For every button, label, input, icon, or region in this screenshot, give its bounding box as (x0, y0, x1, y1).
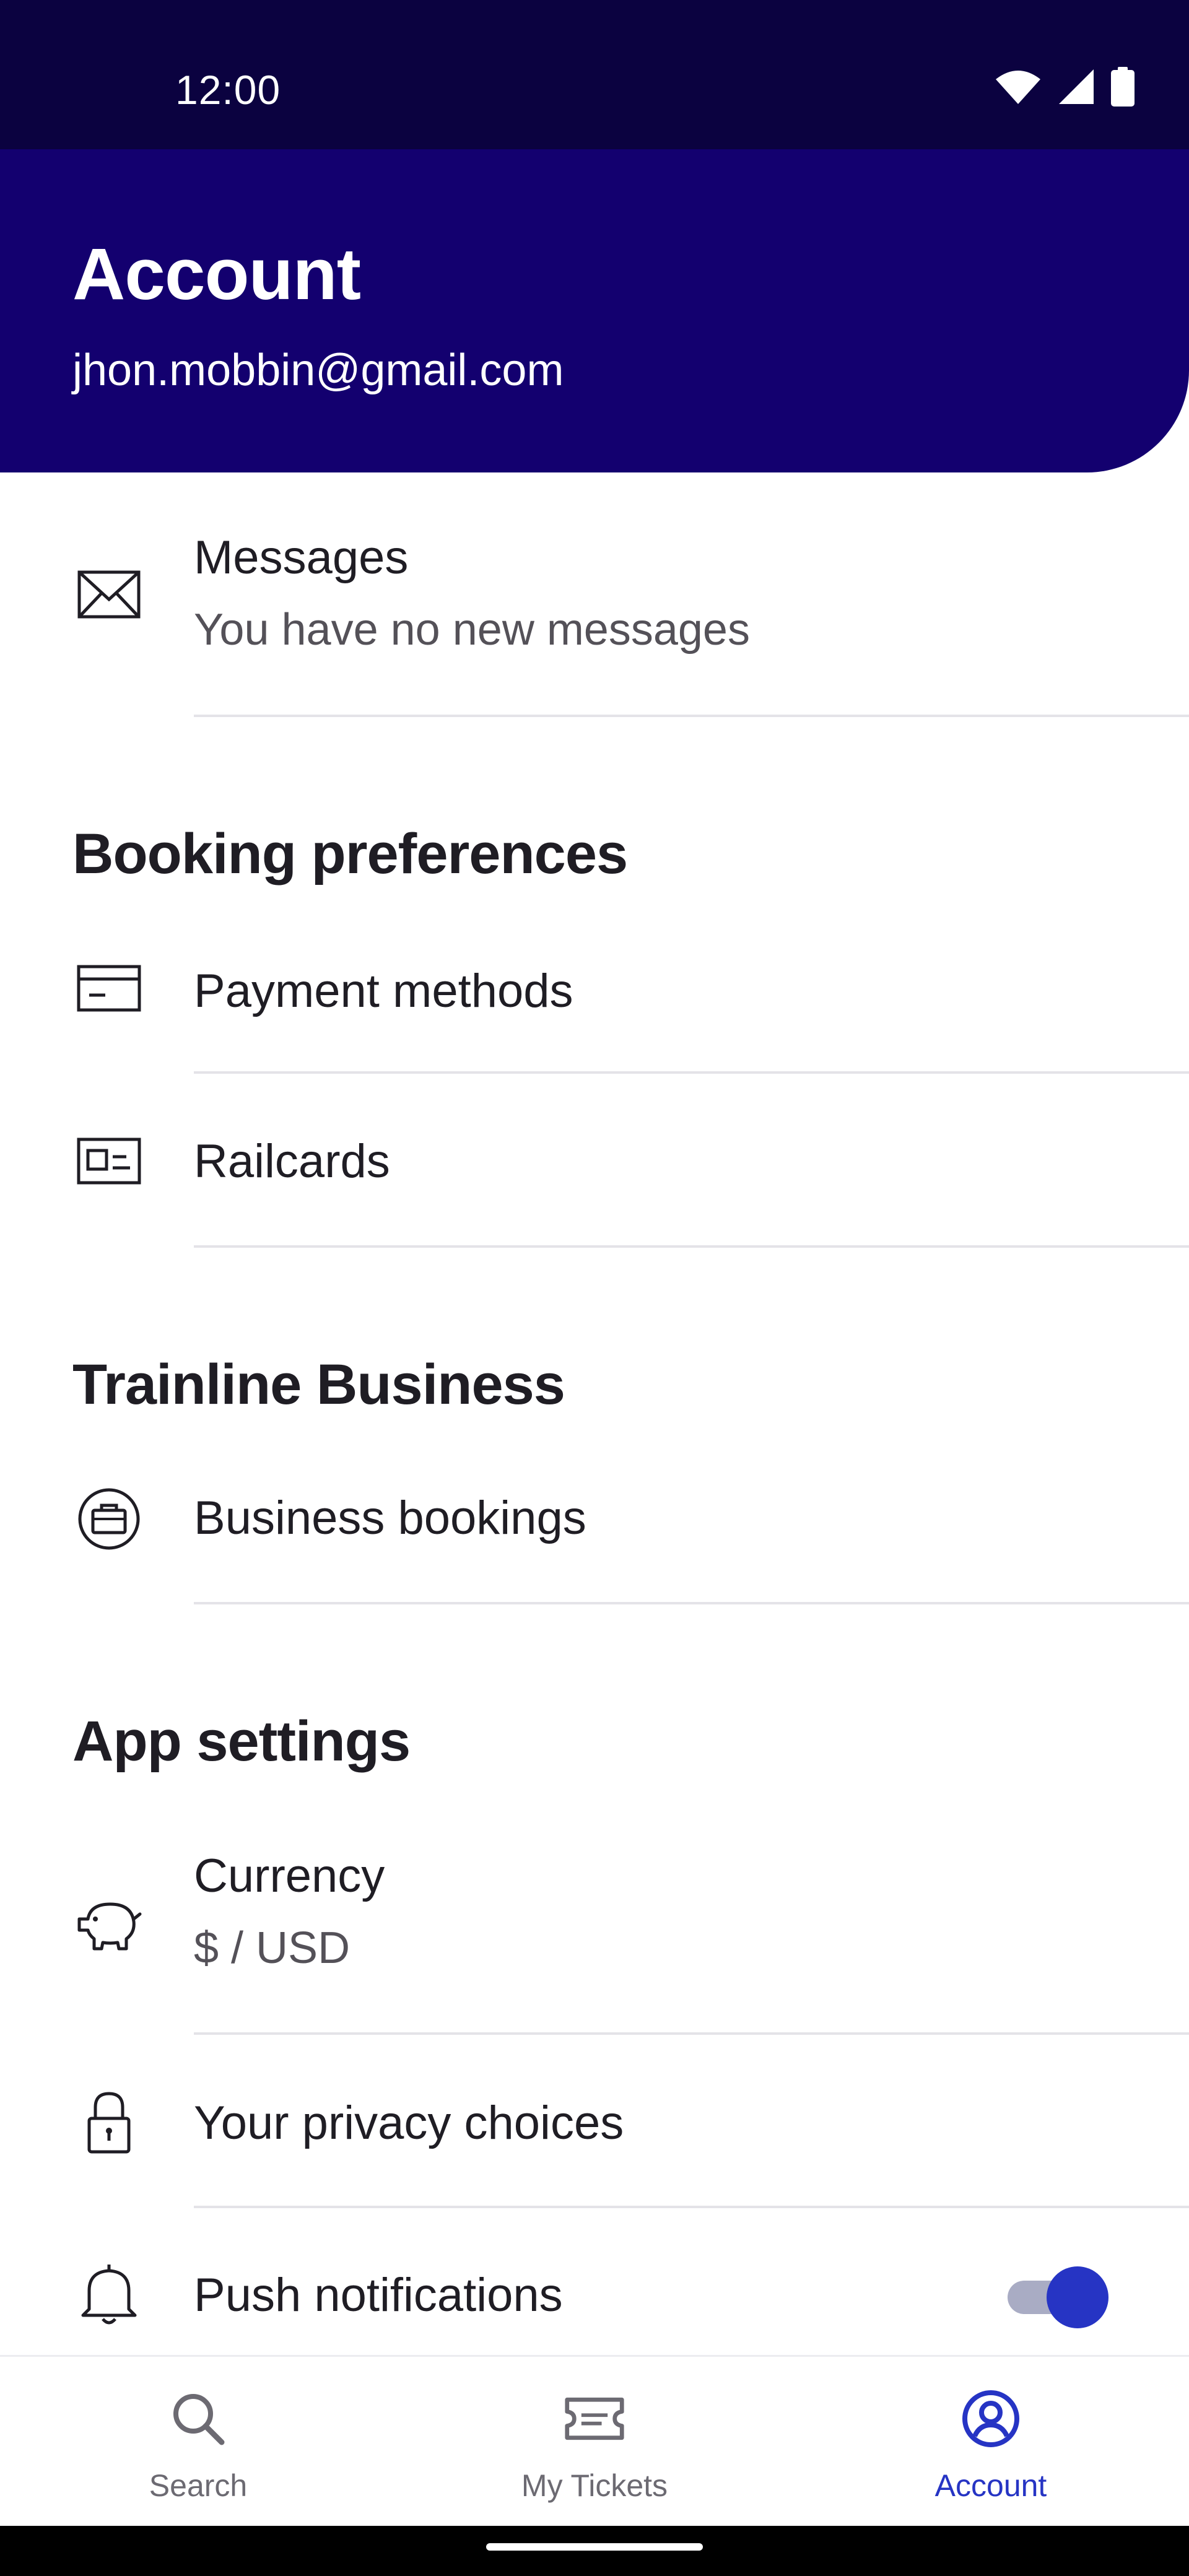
bell-icon (72, 2258, 146, 2331)
piggy-bank-icon (72, 1887, 146, 1960)
envelope-icon (72, 558, 146, 631)
currency-row[interactable]: Currency $ / USD (0, 1814, 1189, 2034)
status-time: 12:00 (175, 67, 281, 113)
railcards-label: Railcards (194, 1135, 390, 1188)
divider (194, 715, 1189, 717)
status-bar: 12:00 (0, 0, 1189, 149)
nav-item-account[interactable]: Account (793, 2357, 1189, 2528)
credit-card-icon (72, 952, 146, 1025)
divider (194, 1071, 1189, 1074)
nav-label-account: Account (934, 2468, 1047, 2503)
battery-icon (1111, 67, 1135, 110)
divider (194, 2032, 1189, 2035)
account-header: Account jhon.mobbin@gmail.com (0, 149, 1189, 472)
nav-label-my-tickets: My Tickets (521, 2468, 668, 2503)
briefcase-icon (72, 1482, 146, 1556)
account-icon (960, 2388, 1022, 2450)
nav-label-search: Search (149, 2468, 248, 2503)
toggle-knob (1047, 2266, 1108, 2328)
payment-methods-row[interactable]: Payment methods (0, 910, 1189, 1074)
search-icon (167, 2388, 229, 2450)
section-title-app-settings: App settings (72, 1710, 411, 1773)
section-title-booking-preferences: Booking preferences (72, 822, 628, 886)
home-gesture-handle[interactable] (486, 2543, 703, 2551)
section-title-trainline-business: Trainline Business (72, 1353, 565, 1416)
messages-subtitle: You have no new messages (194, 605, 750, 655)
currency-title: Currency (194, 1850, 385, 1902)
nav-item-my-tickets[interactable]: My Tickets (396, 2357, 793, 2528)
messages-title: Messages (194, 531, 409, 584)
messages-row[interactable]: Messages You have no new messages (0, 472, 1189, 718)
privacy-choices-row[interactable]: Your privacy choices (0, 2036, 1189, 2208)
divider (194, 1602, 1189, 1604)
divider (194, 1245, 1189, 1248)
currency-value: $ / USD (194, 1923, 351, 1973)
cellular-signal-icon (1058, 68, 1095, 108)
lock-icon (72, 2086, 146, 2159)
system-gesture-bar (0, 2526, 1189, 2576)
page-title: Account (72, 233, 361, 315)
ticket-icon (564, 2388, 625, 2450)
account-email: jhon.mobbin@gmail.com (72, 346, 564, 395)
payment-methods-label: Payment methods (194, 965, 573, 1017)
wifi-icon (995, 68, 1042, 108)
nav-item-search[interactable]: Search (0, 2357, 396, 2528)
push-notifications-toggle[interactable] (1008, 2265, 1108, 2328)
bottom-navigation: Search My Tickets Account (0, 2355, 1189, 2528)
railcard-icon (72, 1125, 146, 1198)
privacy-choices-label: Your privacy choices (194, 2097, 624, 2149)
business-bookings-row[interactable]: Business bookings (0, 1443, 1189, 1604)
business-bookings-label: Business bookings (194, 1492, 586, 1544)
status-icons (995, 67, 1135, 110)
push-notifications-label: Push notifications (194, 2269, 563, 2321)
railcards-row[interactable]: Railcards (0, 1074, 1189, 1246)
